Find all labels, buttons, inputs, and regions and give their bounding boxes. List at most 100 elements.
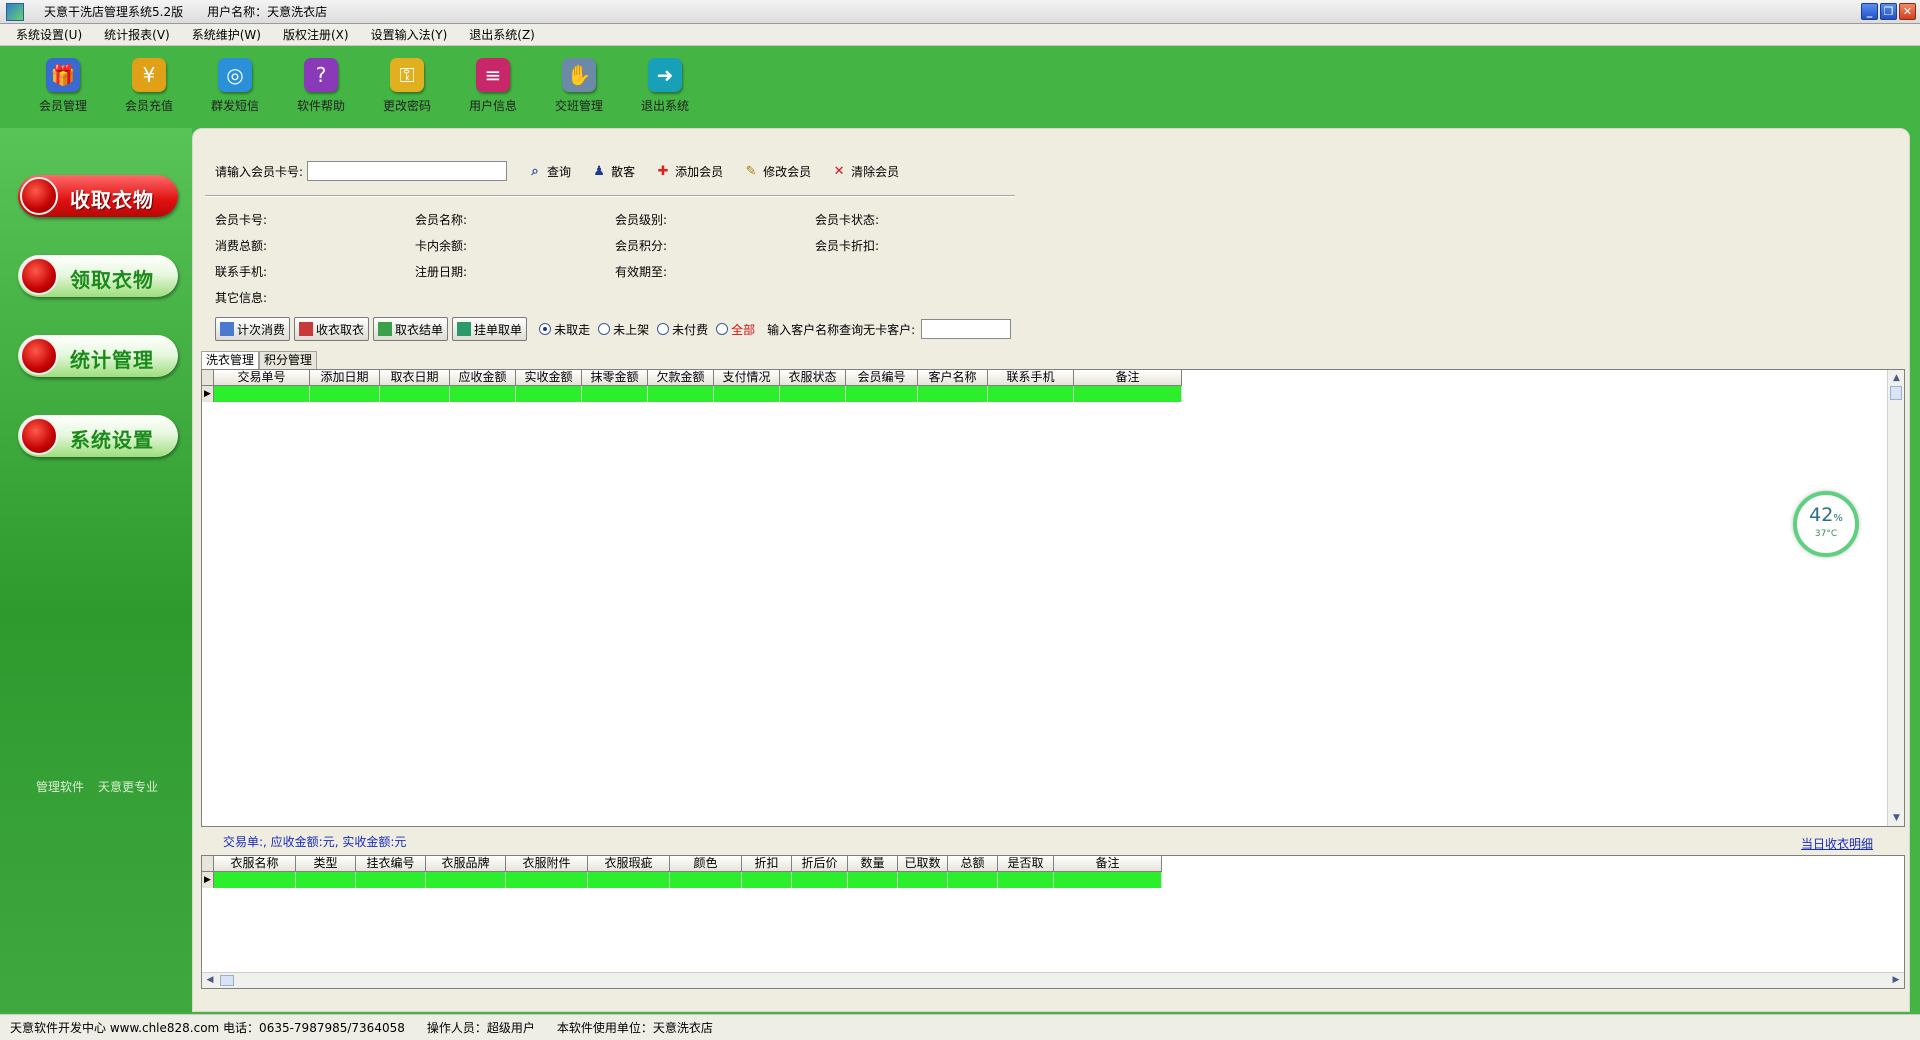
- table-cell[interactable]: [214, 872, 296, 888]
- table-cell[interactable]: [356, 872, 426, 888]
- column-header[interactable]: 折后价: [792, 856, 848, 872]
- card-number-input[interactable]: [307, 161, 508, 181]
- radio-indicator[interactable]: [657, 323, 670, 335]
- table-cell[interactable]: [380, 386, 450, 402]
- table-cell[interactable]: [450, 386, 516, 402]
- toolbar-exit-system[interactable]: ➜ 退出系统: [622, 58, 708, 118]
- minimize-button[interactable]: _: [1861, 3, 1878, 20]
- table-cell[interactable]: [988, 386, 1074, 402]
- table-cell[interactable]: [588, 872, 670, 888]
- column-header[interactable]: 备注: [1074, 370, 1182, 386]
- sidebar-item-system-settings[interactable]: 系统设置: [18, 415, 178, 457]
- menu-input-method[interactable]: 设置输入法(Y): [371, 26, 448, 43]
- horizontal-scrollbar[interactable]: ◀ ▶: [202, 972, 1904, 988]
- menu-maintenance[interactable]: 系统维护(W): [192, 26, 261, 43]
- clear-member-button[interactable]: ✕ 清除会员: [831, 163, 899, 180]
- receive-pickup-button[interactable]: 收衣取衣: [294, 317, 370, 341]
- column-header[interactable]: 挂衣编号: [356, 856, 426, 872]
- column-header[interactable]: 备注: [1054, 856, 1162, 872]
- restore-button[interactable]: ❐: [1880, 3, 1897, 20]
- menu-reports[interactable]: 统计报表(V): [104, 26, 170, 43]
- radio-not-picked[interactable]: 未取走: [539, 321, 590, 338]
- toolbar-help[interactable]: ? 软件帮助: [278, 58, 364, 118]
- toolbar-member-recharge[interactable]: ¥ 会员充值: [106, 58, 192, 118]
- radio-indicator[interactable]: [716, 323, 729, 335]
- table-cell[interactable]: [670, 872, 742, 888]
- table-cell[interactable]: [1074, 386, 1182, 402]
- table-cell[interactable]: [848, 872, 898, 888]
- tab-laundry-management[interactable]: 洗衣管理: [201, 351, 260, 369]
- close-button[interactable]: ✕: [1899, 3, 1916, 20]
- column-header[interactable]: 衣服名称: [214, 856, 296, 872]
- scroll-left-icon[interactable]: ◀: [203, 974, 217, 987]
- table-cell[interactable]: [998, 872, 1054, 888]
- radio-all[interactable]: 全部: [716, 321, 755, 338]
- pickup-settle-button[interactable]: 取衣结单: [373, 317, 449, 341]
- count-consume-button[interactable]: 计次消费: [215, 317, 291, 341]
- column-header[interactable]: 是否取: [998, 856, 1054, 872]
- table-cell[interactable]: [918, 386, 988, 402]
- sidebar-item-pickup-clothes[interactable]: 领取衣物: [18, 255, 178, 297]
- scroll-thumb[interactable]: [220, 975, 234, 986]
- table-cell[interactable]: [516, 386, 582, 402]
- add-member-button[interactable]: ✚ 添加会员: [655, 163, 723, 180]
- clothes-detail-grid[interactable]: 衣服名称 类型 挂衣编号 衣服品牌 衣服附件 衣服瑕疵 颜色 折扣 折后价 数量…: [201, 855, 1905, 989]
- scroll-thumb[interactable]: [1890, 386, 1902, 400]
- column-header[interactable]: 应收金额: [450, 370, 516, 386]
- table-cell[interactable]: [582, 386, 648, 402]
- column-header[interactable]: 总额: [948, 856, 998, 872]
- edit-member-button[interactable]: ✎ 修改会员: [743, 163, 811, 180]
- table-cell[interactable]: [948, 872, 998, 888]
- vertical-scrollbar[interactable]: ▲ ▼: [1887, 370, 1904, 826]
- table-cell[interactable]: [898, 872, 948, 888]
- radio-indicator[interactable]: [598, 323, 611, 335]
- table-cell[interactable]: [780, 386, 846, 402]
- toolbar-bulk-sms[interactable]: ◎ 群发短信: [192, 58, 278, 118]
- scroll-up-icon[interactable]: ▲: [1889, 371, 1904, 385]
- toolbar-shift-management[interactable]: ✋ 交班管理: [536, 58, 622, 118]
- column-header[interactable]: 数量: [848, 856, 898, 872]
- transactions-grid[interactable]: 交易单号 添加日期 取衣日期 应收金额 实收金额 抹零金额 欠款金额 支付情况 …: [201, 369, 1905, 827]
- scroll-right-icon[interactable]: ▶: [1889, 974, 1903, 987]
- column-header[interactable]: 添加日期: [310, 370, 380, 386]
- customer-query-input[interactable]: [921, 319, 1012, 339]
- column-header[interactable]: 衣服状态: [780, 370, 846, 386]
- column-header[interactable]: 实收金额: [516, 370, 582, 386]
- toolbar-user-info[interactable]: ≡ 用户信息: [450, 58, 536, 118]
- column-header[interactable]: 颜色: [670, 856, 742, 872]
- table-cell[interactable]: [792, 872, 848, 888]
- column-header[interactable]: 衣服瑕疵: [588, 856, 670, 872]
- table-cell[interactable]: [846, 386, 918, 402]
- table-cell[interactable]: [214, 386, 310, 402]
- column-header[interactable]: 交易单号: [214, 370, 310, 386]
- column-header[interactable]: 欠款金额: [648, 370, 714, 386]
- table-row[interactable]: ▶: [202, 386, 1904, 402]
- column-header[interactable]: 衣服附件: [506, 856, 588, 872]
- tab-points-management[interactable]: 积分管理: [259, 351, 318, 369]
- radio-indicator[interactable]: [539, 323, 552, 335]
- column-header[interactable]: 抹零金额: [582, 370, 648, 386]
- table-cell[interactable]: [296, 872, 356, 888]
- column-header[interactable]: 已取数: [898, 856, 948, 872]
- menu-registration[interactable]: 版权注册(X): [283, 26, 349, 43]
- table-cell[interactable]: [742, 872, 792, 888]
- column-header[interactable]: 折扣: [742, 856, 792, 872]
- toolbar-member-management[interactable]: 🎁 会员管理: [20, 58, 106, 118]
- column-header[interactable]: 会员编号: [846, 370, 918, 386]
- walk-in-button[interactable]: ♟ 散客: [591, 163, 635, 180]
- hold-order-button[interactable]: 挂单取单: [452, 317, 528, 341]
- menu-system-settings[interactable]: 系统设置(U): [16, 26, 82, 43]
- column-header[interactable]: 支付情况: [714, 370, 780, 386]
- column-header[interactable]: 联系手机: [988, 370, 1074, 386]
- radio-unpaid[interactable]: 未付费: [657, 321, 708, 338]
- table-cell[interactable]: [310, 386, 380, 402]
- column-header[interactable]: 类型: [296, 856, 356, 872]
- scroll-down-icon[interactable]: ▼: [1889, 811, 1904, 825]
- table-cell[interactable]: [648, 386, 714, 402]
- table-row[interactable]: ▶: [202, 872, 1904, 888]
- cpu-usage-widget[interactable]: 42% 37°C: [1793, 491, 1859, 557]
- sidebar-item-receive-clothes[interactable]: 收取衣物: [18, 175, 178, 217]
- column-header[interactable]: 客户名称: [918, 370, 988, 386]
- column-header[interactable]: 取衣日期: [380, 370, 450, 386]
- table-cell[interactable]: [426, 872, 506, 888]
